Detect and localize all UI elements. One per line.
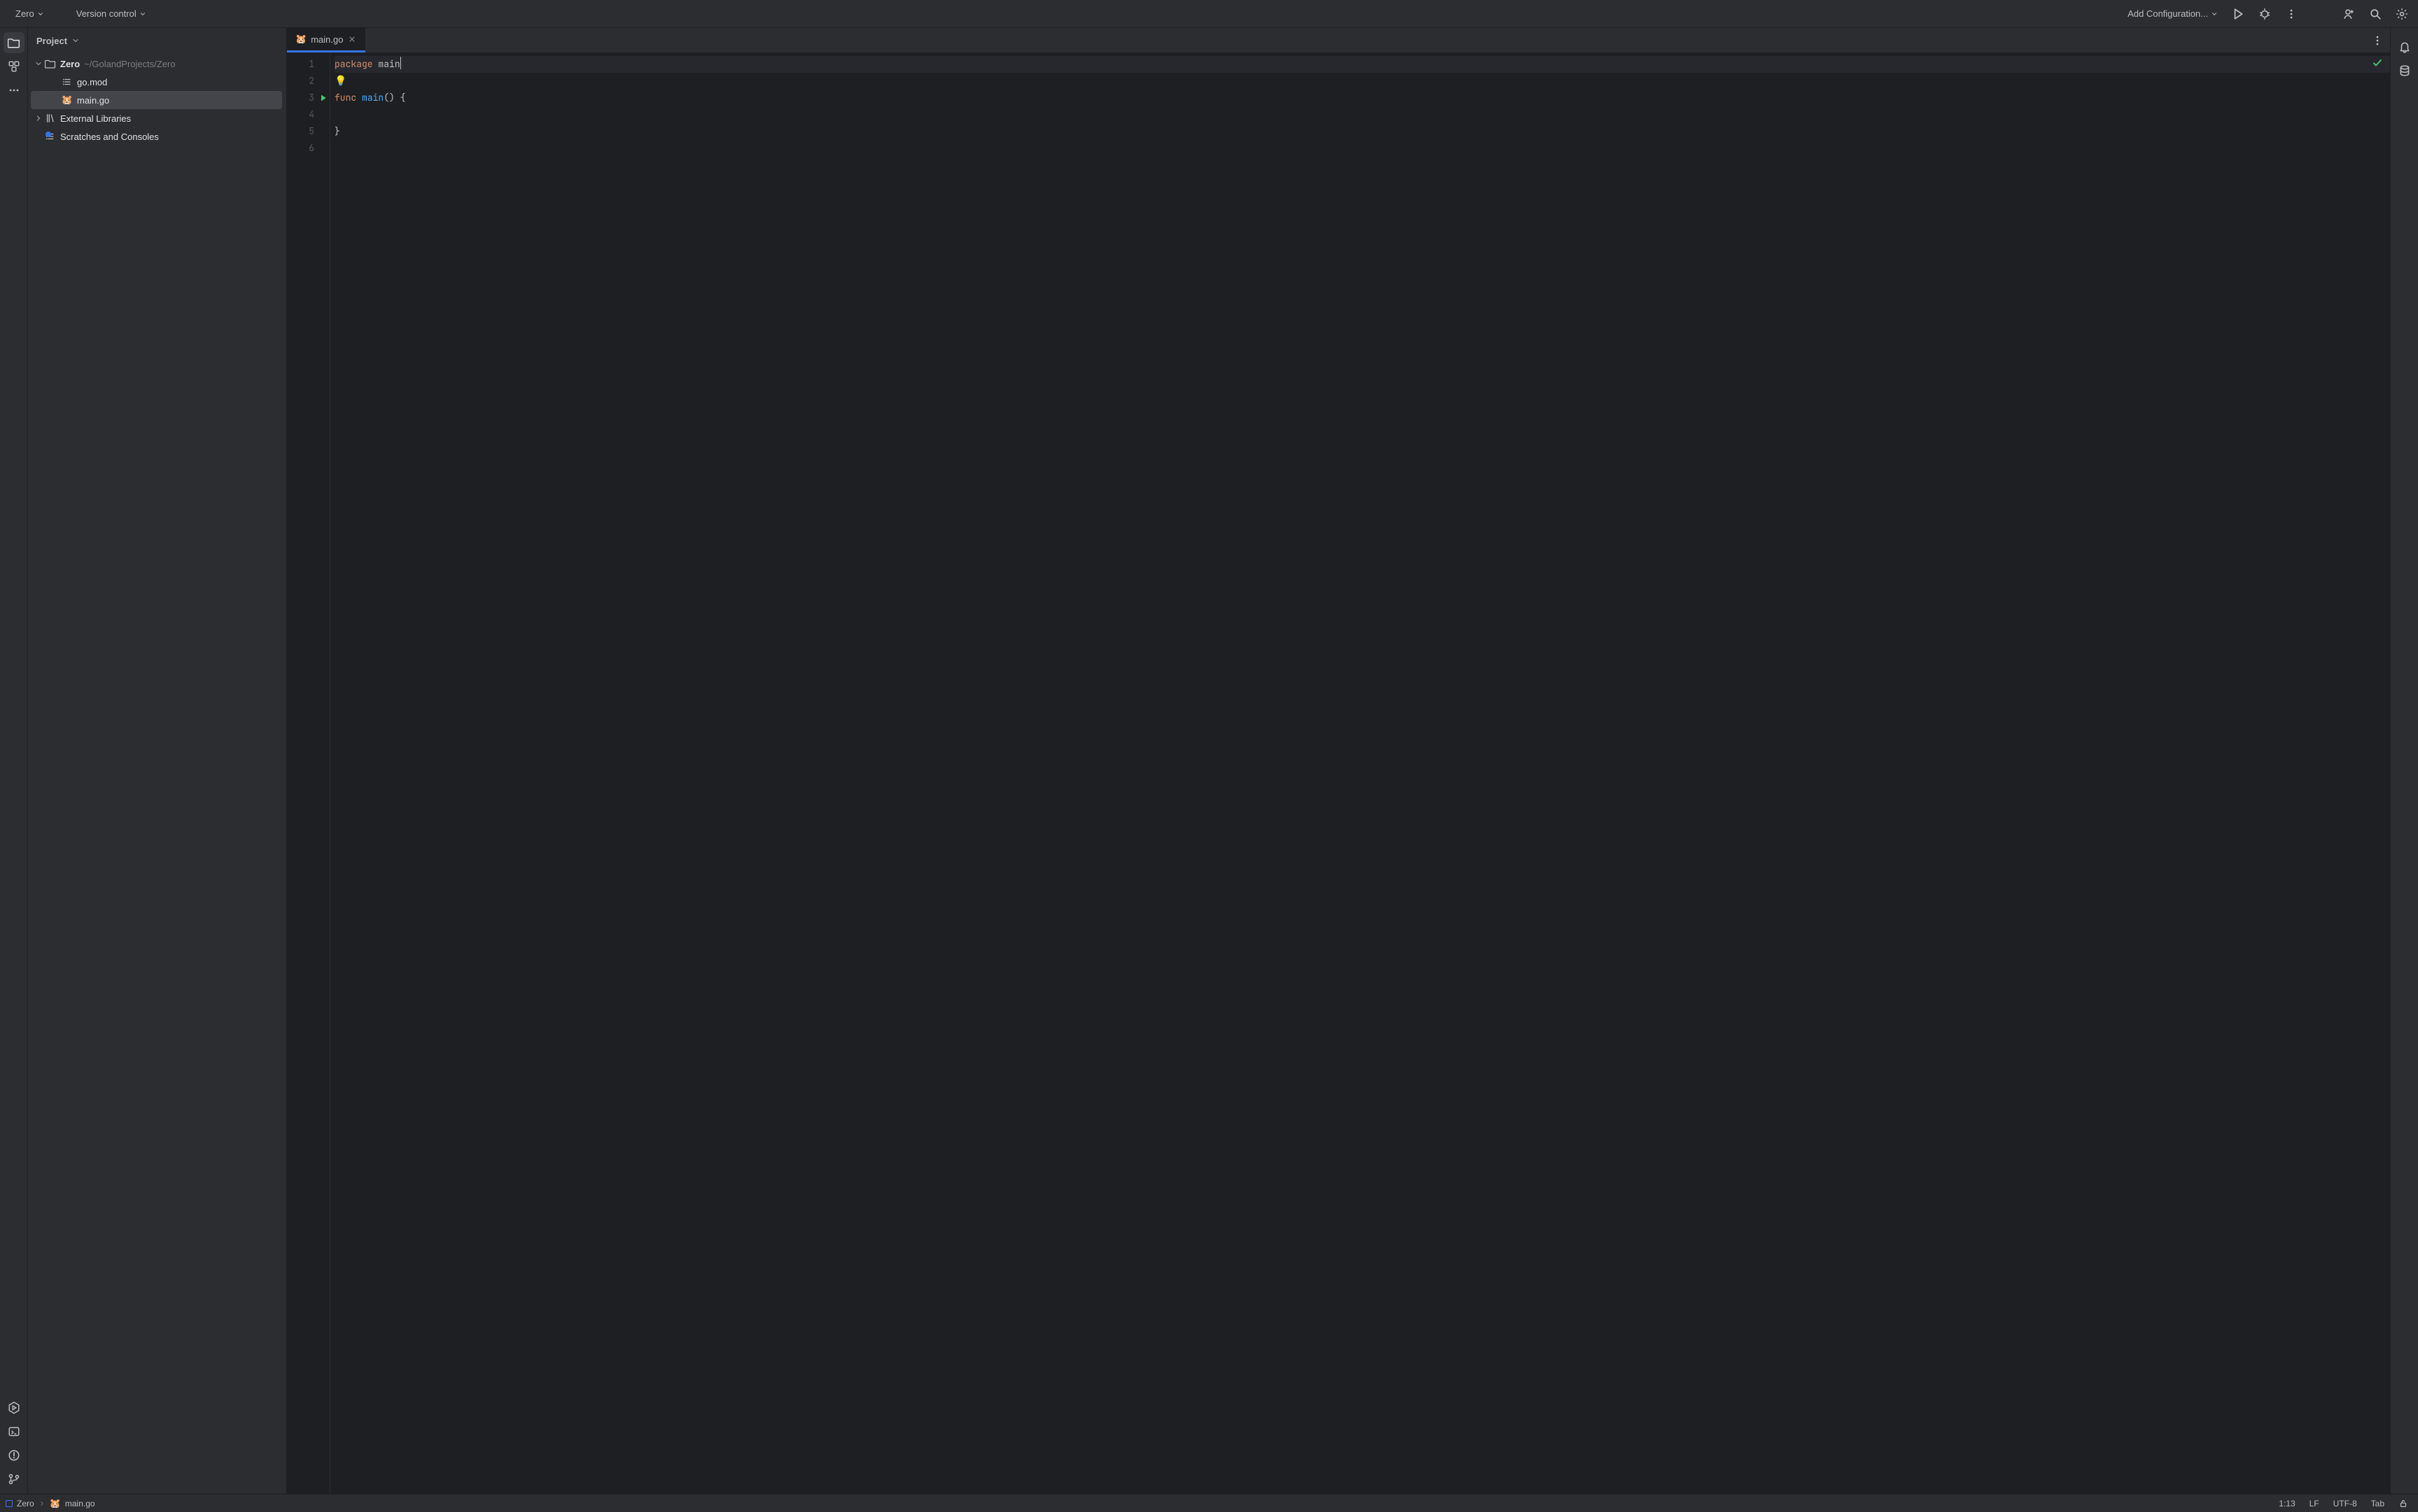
editor-tab-maingo[interactable]: 🐹 main.go [287,28,365,52]
editor-tab-label: main.go [311,34,343,45]
more-actions-button[interactable] [2279,4,2303,24]
more-tool-windows-button[interactable] [3,80,24,101]
crumb-file[interactable]: main.go [65,1499,95,1509]
run-button[interactable] [2226,4,2250,24]
structure-tool-button[interactable] [3,56,24,77]
tree-file-gomod[interactable]: go.mod [31,73,282,91]
intention-bulb-icon[interactable]: 💡 [335,73,346,90]
project-tool-window: Project Zero ~/GolandProjects/Zero go.mo… [28,28,287,1494]
services-tool-button[interactable] [3,1397,24,1418]
bell-icon [2398,41,2411,53]
editor-code[interactable]: 💡 package mainfunc main() {} [330,53,2390,1494]
problems-tool-button[interactable] [3,1445,24,1466]
version-control-label: Version control [76,8,136,19]
tree-root-name: Zero [60,59,80,69]
chevron-down-icon [37,10,44,17]
project-tool-title: Project [36,36,67,46]
database-tool-button[interactable] [2394,60,2415,81]
left-toolstrip [0,28,28,1494]
code-with-me-button[interactable] [2337,4,2361,24]
indent-settings[interactable]: Tab [2367,1499,2389,1509]
code-editor[interactable]: 123456 💡 package mainfunc main() {} [287,53,2390,1494]
tree-file-label: main.go [77,95,109,106]
library-icon [45,113,56,124]
readonly-toggle[interactable] [2394,1499,2412,1509]
gear-icon [2396,8,2408,20]
go-file-icon: 🐹 [62,94,73,106]
search-everywhere-button[interactable] [2363,4,2387,24]
tree-root-path: ~/GolandProjects/Zero [84,59,175,69]
services-icon [8,1401,20,1414]
titlebar: Zero Version control Add Configuration..… [0,0,2418,28]
unlock-icon [2398,1499,2408,1509]
go-file-icon: 🐹 [50,1498,61,1509]
problems-icon [8,1449,20,1462]
scratches-icon [45,131,56,142]
expand-toggle[interactable] [34,59,43,69]
go-file-icon: 🐹 [295,34,307,45]
bug-icon [2258,8,2271,20]
tree-scratches[interactable]: Scratches and Consoles [31,127,282,146]
status-bar: Zero 🐹 main.go 1:13 LF UTF-8 Tab [0,1494,2418,1512]
editor-area: 🐹 main.go 123456 💡 package mainfunc main… [287,28,2390,1494]
close-tab-button[interactable] [347,34,357,44]
folder-icon [8,36,20,49]
project-tool-button[interactable] [3,32,24,53]
chevron-down-icon [139,10,146,17]
tree-item-label: Scratches and Consoles [60,132,159,142]
git-tool-button[interactable] [3,1469,24,1490]
run-config-label: Add Configuration... [2128,8,2208,19]
terminal-icon [8,1425,20,1438]
structure-icon [8,60,20,73]
project-tree[interactable]: Zero ~/GolandProjects/Zero go.mod 🐹 main… [28,53,286,1494]
notifications-tool-button[interactable] [2394,36,2415,57]
vertical-dots-icon [2286,8,2297,20]
crumb-project[interactable]: Zero [17,1499,34,1509]
gutter-run-icon[interactable] [319,94,328,102]
chevron-down-icon [71,36,80,45]
chevron-right-icon [38,1500,45,1507]
terminal-tool-button[interactable] [3,1421,24,1442]
tree-item-label: External Libraries [60,113,131,124]
tree-file-maingo[interactable]: 🐹 main.go [31,91,282,109]
branch-icon [8,1473,20,1485]
editor-tabs-bar: 🐹 main.go [287,28,2390,53]
editor-gutter[interactable]: 123456 [287,53,330,1494]
editor-tabs-more-button[interactable] [2365,28,2390,52]
vertical-dots-icon [2372,35,2383,46]
horizontal-dots-icon [8,85,20,96]
run-configurations-dropdown[interactable]: Add Configuration... [2122,6,2223,22]
folder-icon [45,58,56,69]
project-menu[interactable]: Zero [10,6,50,22]
database-icon [2398,64,2411,77]
text-caret [400,57,401,69]
file-encoding[interactable]: UTF-8 [2329,1499,2361,1509]
expand-toggle[interactable] [34,113,43,123]
project-tool-header[interactable]: Project [28,28,286,53]
project-square-icon [6,1500,13,1507]
tree-root[interactable]: Zero ~/GolandProjects/Zero [31,55,282,73]
settings-button[interactable] [2390,4,2414,24]
navigation-bar[interactable]: Zero 🐹 main.go [6,1498,95,1509]
tree-file-label: go.mod [77,77,107,87]
play-icon [2232,8,2244,20]
chevron-down-icon [2211,10,2218,17]
search-icon [2369,8,2382,20]
gomod-icon [62,76,73,87]
project-menu-label: Zero [15,8,34,19]
line-separator[interactable]: LF [2305,1499,2324,1509]
user-plus-icon [2342,8,2355,20]
debug-button[interactable] [2253,4,2277,24]
tree-external-libraries[interactable]: External Libraries [31,109,282,127]
close-icon [348,35,356,43]
caret-position[interactable]: 1:13 [2275,1499,2299,1509]
right-toolstrip [2390,28,2418,1494]
version-control-menu[interactable]: Version control [71,6,152,22]
analysis-ok-icon[interactable] [2372,57,2383,69]
